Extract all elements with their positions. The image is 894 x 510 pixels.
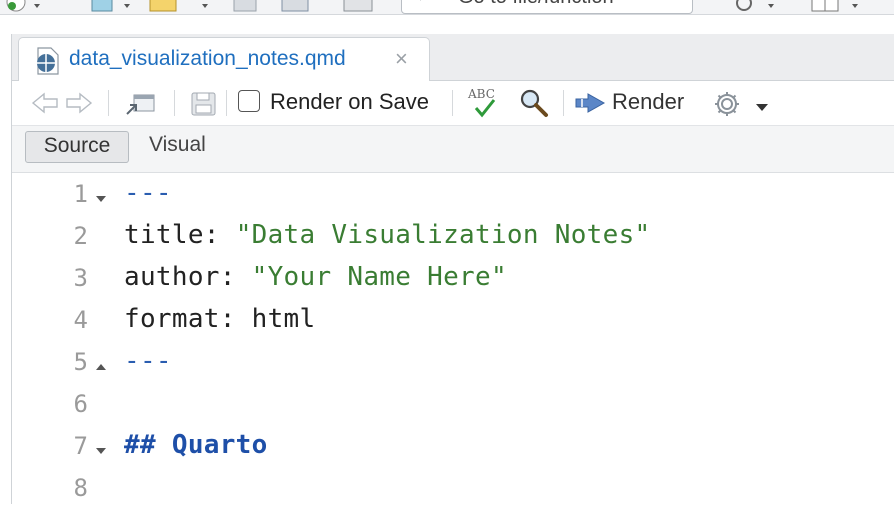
code-token: format: html [124,304,316,334]
editor-mode-bar: Source Visual [12,126,894,173]
code-line[interactable]: 7 ## Quarto [0,426,894,468]
close-tab-icon[interactable]: × [395,48,408,70]
code-text: --- [124,346,172,376]
code-editor[interactable]: 1 --- 2 title: "Data Visualization Notes" 3 a… [0,174,894,502]
code-line[interactable]: 5 --- [0,342,894,384]
chevron-down-icon[interactable] [756,99,768,117]
code-token: author: [124,262,252,292]
toolbar-separator [452,90,453,116]
new-file-icon[interactable] [4,0,44,14]
fold-chevron-down-icon[interactable] [96,190,106,208]
editor-tabstrip: data_visualization_notes.qmd × [12,34,894,82]
new-project-icon[interactable] [88,0,134,14]
render-on-save-checkbox[interactable] [238,90,260,112]
save-document-icon[interactable] [190,91,218,122]
open-file-icon[interactable] [146,0,216,14]
print-icon[interactable] [340,0,376,14]
find-replace-icon[interactable] [518,87,550,124]
source-mode-button[interactable]: Source [25,131,129,163]
render-icon[interactable] [574,91,608,120]
line-number: 7 [73,432,88,460]
line-number: 8 [73,474,88,502]
code-line[interactable]: 6 [0,384,894,426]
editor-toolbar: Render on Save ABC Render [12,81,894,126]
code-text: --- [124,178,172,208]
visual-mode-button[interactable]: Visual [149,131,206,163]
toolbar-separator [108,90,109,116]
code-token: --- [124,178,172,208]
code-token: ## Quarto [124,430,268,460]
forward-arrow-icon[interactable] [64,91,94,120]
toolbar-separator [174,90,175,116]
pane-layout-icon[interactable] [808,0,868,14]
fold-chevron-down-icon[interactable] [96,442,106,460]
quarto-file-icon [35,47,61,80]
render-on-save-label: Render on Save [270,89,429,114]
main-toolbar: Go to file/function [0,0,894,15]
line-number: 2 [73,222,88,250]
line-number: 3 [73,264,88,292]
git-icon[interactable] [730,0,780,14]
spellcheck-icon[interactable]: ABC [466,86,506,125]
code-line[interactable]: 3 author: "Your Name Here" [0,258,894,300]
code-text: title: "Data Visualization Notes" [124,220,650,250]
render-button[interactable]: Render [612,89,684,115]
tab-title: data_visualization_notes.qmd [69,47,346,70]
line-number: 5 [73,348,88,376]
code-line[interactable]: 4 format: html [0,300,894,342]
goto-arrow-icon [416,0,446,10]
fold-chevron-up-icon[interactable] [96,358,106,376]
line-number: 1 [73,180,88,208]
line-number: 6 [73,390,88,418]
gear-icon[interactable] [712,89,742,124]
code-token: --- [124,346,172,376]
code-line[interactable]: 1 --- [0,174,894,216]
code-line[interactable]: 8 [0,468,894,510]
code-token: "Data Visualization Notes" [235,220,651,250]
line-number: 4 [73,306,88,334]
tab-data-visualization-notes[interactable]: data_visualization_notes.qmd × [18,37,430,82]
toolbar-separator [563,90,564,116]
toolbar-separator [226,90,227,116]
code-token: title: [124,220,236,250]
spellcheck-abc-text: ABC [467,87,495,101]
code-text: ## Quarto [124,430,268,460]
code-text: author: "Your Name Here" [124,262,507,292]
save-icon[interactable] [230,0,262,14]
goto-file-function-input[interactable]: Go to file/function [401,0,693,14]
show-in-new-window-icon[interactable] [124,90,158,123]
code-token: "Your Name Here" [251,262,507,292]
code-text: format: html [124,304,315,334]
goto-placeholder: Go to file/function [458,0,614,9]
save-all-icon[interactable] [278,0,314,14]
back-arrow-icon[interactable] [30,91,60,120]
code-line[interactable]: 2 title: "Data Visualization Notes" [0,216,894,258]
